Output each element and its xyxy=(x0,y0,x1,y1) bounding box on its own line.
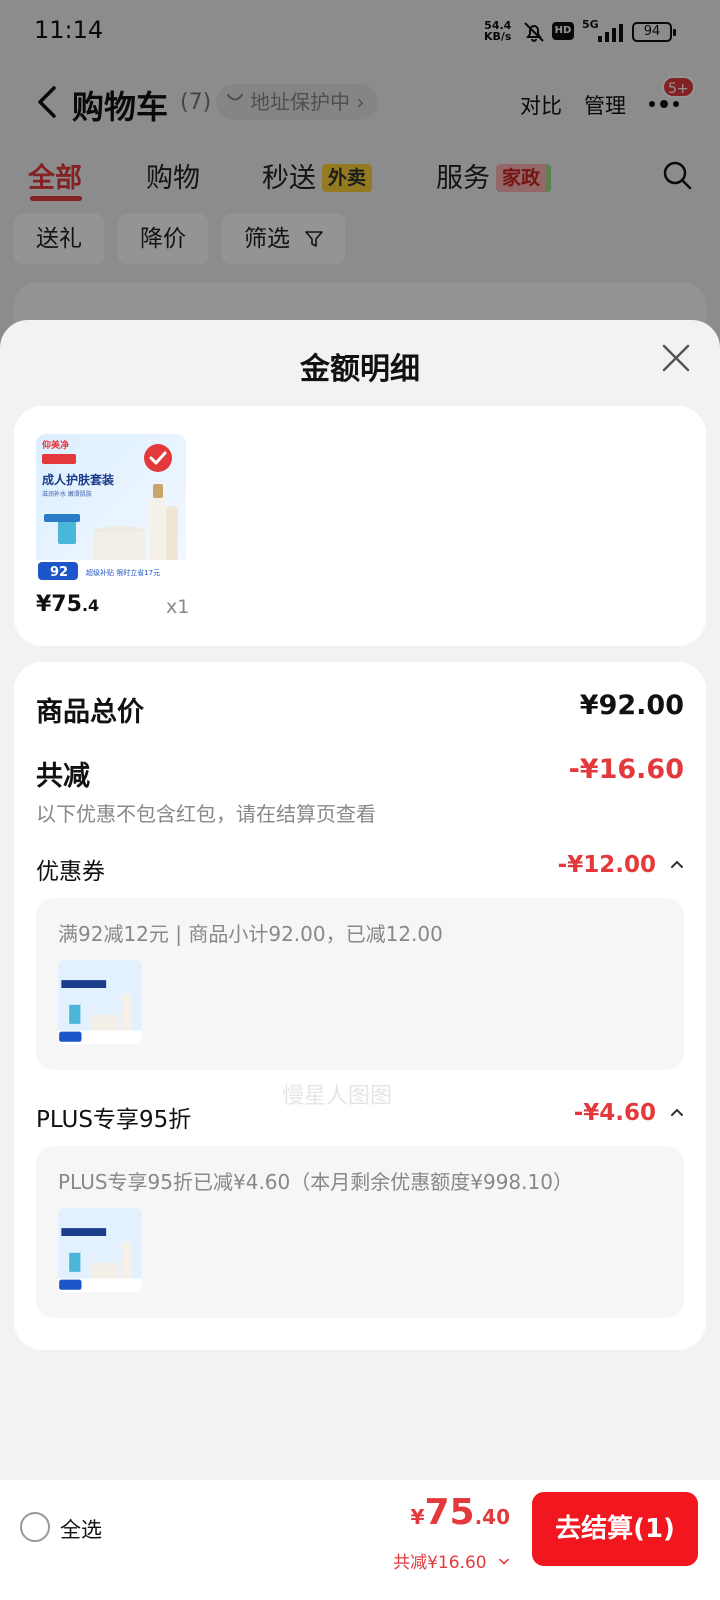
product-sub-text: 滋润补水 嫩滑肌肤 xyxy=(42,490,92,498)
total-discount-text: 共减¥16.60 xyxy=(393,1553,487,1573)
chevron-up-icon xyxy=(671,1108,683,1116)
product-price: ¥75.4 xyxy=(36,592,99,617)
plus-discount-label: PLUS专享95折 xyxy=(36,1107,192,1133)
product-name-text: 成人护肤套装 xyxy=(42,472,114,487)
coupon-label: 优惠券 xyxy=(36,859,105,885)
chevron-up-icon xyxy=(671,860,683,868)
coupon-description: 满92减12元 | 商品小计92.00，已减12.00 xyxy=(58,922,443,946)
discount-total-value: -¥16.60 xyxy=(568,754,684,785)
sheet-title: 金额明细 xyxy=(300,352,420,387)
product-brand-text: 仰美净 xyxy=(42,439,69,451)
total-price-value: ¥92.00 xyxy=(579,690,684,721)
total-currency: ¥ xyxy=(410,1505,425,1529)
select-all-label[interactable]: 全选 xyxy=(60,1514,102,1544)
checkout-bar: 全选 ¥75.40 共减¥16.60 去结算(1) xyxy=(0,1480,720,1600)
product-price-frac: .4 xyxy=(81,596,100,615)
product-promo-text: 超级补贴 限时立省17元 xyxy=(86,568,160,577)
coupon-value: -¥12.00 xyxy=(557,852,656,878)
plus-product-thumb xyxy=(58,1208,142,1292)
plus-discount-value: -¥4.60 xyxy=(573,1100,656,1126)
checkout-button[interactable]: 去结算(1) xyxy=(532,1492,698,1566)
selected-products-card: 仰美净 成人护肤套装 滋润补水 嫩滑肌肤 92 超级补贴 限时立省17元 ¥75… xyxy=(14,406,706,646)
amount-detail-sheet: 金额明细 仰美净 成人护肤套装 滋润补水 嫩滑肌肤 92 超级补贴 限时立省17… xyxy=(0,320,720,1600)
skincare-set-thumb-icon xyxy=(58,1208,142,1292)
coupon-toggle[interactable]: -¥12.00 xyxy=(558,852,684,878)
plus-discount-description: PLUS专享95折已减¥4.60（本月剩余优惠额度¥998.10） xyxy=(58,1170,573,1194)
total-price: ¥75.40 xyxy=(411,1492,510,1533)
product-image[interactable]: 仰美净 成人护肤套装 滋润补水 嫩滑肌肤 92 超级补贴 限时立省17元 xyxy=(36,434,186,584)
coupon-product-thumb xyxy=(58,960,142,1044)
close-icon[interactable] xyxy=(660,342,692,374)
total-price-int: 75 xyxy=(424,1492,475,1533)
plus-discount-detail-box: PLUS专享95折已减¥4.60（本月剩余优惠额度¥998.10） xyxy=(36,1146,684,1318)
chevron-down-icon xyxy=(499,1558,509,1565)
discount-total-label: 共减 xyxy=(36,761,90,792)
select-all-checkbox[interactable] xyxy=(20,1512,50,1542)
price-breakdown-card: 商品总价 ¥92.00 共减 -¥16.60 以下优惠不包含红包，请在结算页查看… xyxy=(14,662,706,1350)
plus-discount-toggle[interactable]: -¥4.60 xyxy=(574,1100,684,1126)
coupon-detail-box: 满92减12元 | 商品小计92.00，已减12.00 xyxy=(36,898,684,1070)
product-promo-price: 92 xyxy=(50,565,68,580)
discount-note: 以下优惠不包含红包，请在结算页查看 xyxy=(36,802,376,826)
total-price-frac: .40 xyxy=(474,1505,510,1529)
total-price-label: 商品总价 xyxy=(36,697,144,728)
total-discount-toggle[interactable]: 共减¥16.60 xyxy=(393,1548,510,1573)
product-quantity: x1 xyxy=(166,596,190,618)
skincare-set-thumb-icon xyxy=(58,960,142,1044)
watermark-text: 慢星人图图 xyxy=(282,1084,393,1109)
skincare-set-image: 仰美净 成人护肤套装 滋润补水 嫩滑肌肤 92 超级补贴 限时立省17元 xyxy=(36,434,186,584)
product-price-int: ¥75 xyxy=(36,592,82,617)
